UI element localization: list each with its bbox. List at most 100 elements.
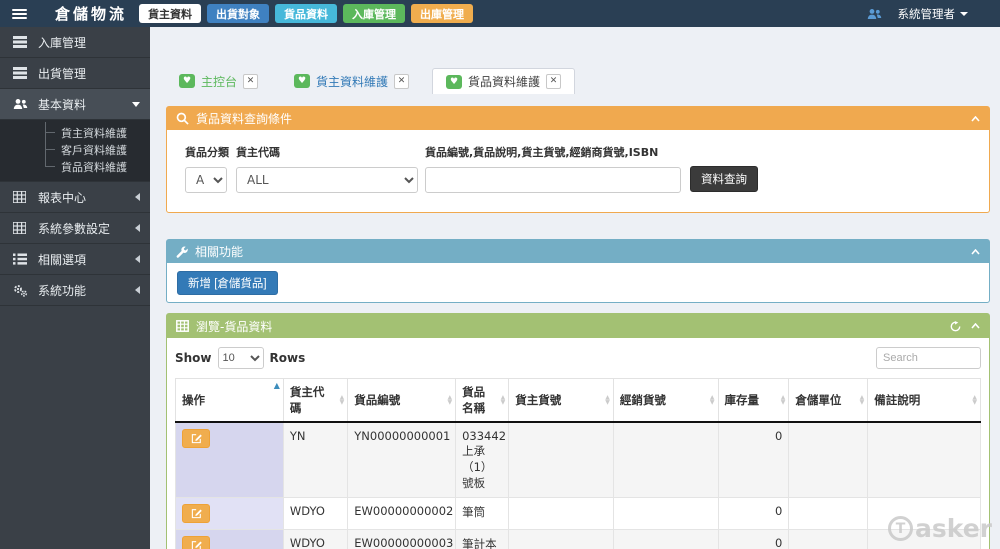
keyword-label: 貨品編號,貨品說明,貨主貨號,經銷商貨號,ISBN (425, 146, 659, 159)
cell-dealer-no (612, 497, 719, 530)
product-table: 操作 ▲ 貨主代碼 ▲ ▼ 貨品編號 ▲ ▼ 貨品名稱 ▲ ▼ 貨主貨號 ▲ ▼ 經銷貨號 ▲ ▼ 庫… (175, 378, 981, 549)
cell-product-code: EW00000000003 (347, 529, 457, 549)
cell-owner-code: WDYO (282, 529, 349, 549)
sidebar-item-inbound[interactable]: 入庫管理 (0, 27, 150, 58)
cell-owner-no (508, 529, 614, 549)
user-name: 系統管理者 (897, 6, 956, 21)
owner-code-select[interactable]: ALL (236, 167, 418, 193)
navbtn-outbound-mgmt[interactable]: 出庫管理 (411, 4, 474, 23)
sort-icon: ▲ ▼ (780, 394, 786, 406)
edit-button[interactable] (182, 536, 210, 549)
table-icon (176, 320, 189, 332)
tab-owner-maintain[interactable]: ♥ 貨主資料維護 ✕ (281, 68, 422, 94)
col-header-product-name[interactable]: 貨品名稱 ▲ ▼ (455, 378, 510, 423)
query-button[interactable]: 資料查詢 (690, 166, 758, 192)
cell-stock: 0 (717, 497, 790, 530)
sidebar-submenu: 貨主資料維護 客戶資料維護 貨品資料維護 (0, 120, 150, 182)
chevron-up-icon[interactable] (971, 323, 980, 329)
col-header-owner-no[interactable]: 貨主貨號 ▲ ▼ (508, 378, 614, 423)
functions-panel-header[interactable]: 相關功能 (167, 240, 989, 263)
cell-owner-no (508, 421, 614, 498)
cell-storage-unit (788, 421, 869, 498)
browse-panel: 瀏覽-貨品資料 Show 10 Rows Search 操作 ▲ 貨主代碼 ▲ … (166, 313, 990, 549)
add-product-button[interactable]: 新增 [倉儲貨品] (177, 271, 278, 295)
sidebar-item-label: 相關選項 (38, 252, 87, 267)
table-search-input[interactable] (876, 347, 981, 369)
gears-icon (13, 284, 29, 297)
user-menu[interactable]: 系統管理者 (897, 6, 968, 22)
col-header-storage-unit[interactable]: 倉儲單位 ▲ ▼ (788, 378, 869, 423)
query-form: 貨品分類 ALL 貨主代碼 ALL 貨品編號,貨品說明,貨主貨號,經銷商貨號,I… (167, 130, 989, 212)
cell-owner-code: YN (282, 421, 349, 498)
tab-dashboard[interactable]: ♥ 主控台 ✕ (166, 68, 271, 94)
cell-note (867, 497, 981, 530)
chevron-left-icon (135, 286, 140, 294)
close-icon[interactable]: ✕ (243, 73, 259, 89)
sidebar-item-system-params[interactable]: 系統參數設定 (0, 213, 150, 244)
browse-panel-header[interactable]: 瀏覽-貨品資料 (167, 314, 989, 338)
sidebar-item-label: 出貨管理 (38, 66, 87, 81)
cell-product-name: 筆計本 (455, 529, 510, 549)
page-size-select[interactable]: 10 (217, 347, 264, 369)
tab-label: 主控台 (201, 74, 238, 89)
table-row: WDYO EW00000000003 筆計本 0 (175, 529, 981, 549)
caret-down-icon (960, 11, 968, 16)
sidebar-item-report-center[interactable]: 報表中心 (0, 182, 150, 213)
navbtn-inbound-mgmt[interactable]: 入庫管理 (343, 4, 406, 23)
navbtn-product-data[interactable]: 貨品資料 (275, 4, 338, 23)
table-icon (13, 222, 29, 234)
list-rows-icon (13, 67, 29, 79)
sort-icon: ▲ ▼ (447, 394, 453, 406)
category-select[interactable]: ALL (185, 167, 227, 193)
chevron-up-icon[interactable] (971, 115, 980, 122)
sidebar-item-label: 系統功能 (38, 283, 87, 298)
owner-code-label: 貨主代碼 (236, 146, 280, 159)
close-icon[interactable]: ✕ (394, 73, 410, 89)
sort-icon: ▲ ▼ (972, 394, 977, 406)
sidebar-item-basic-data[interactable]: 基本資料 (0, 89, 150, 120)
chevron-up-icon[interactable] (971, 248, 980, 255)
cell-owner-code: WDYO (282, 497, 349, 530)
sidebar-subitem-customer-maintain[interactable]: 客戶資料維護 (0, 141, 150, 158)
cell-storage-unit (788, 529, 869, 549)
chevron-down-icon (132, 101, 140, 107)
cell-product-code: YN00000000001 (347, 421, 457, 498)
sort-icon: ▲ ▼ (339, 394, 345, 406)
col-header-dealer-no[interactable]: 經銷貨號 ▲ ▼ (612, 378, 719, 423)
cell-stock: 0 (717, 421, 790, 498)
close-icon[interactable]: ✕ (546, 74, 562, 89)
refresh-icon[interactable] (950, 320, 961, 332)
sidebar-item-system-functions[interactable]: 系統功能 (0, 275, 150, 306)
navbtn-ship-target[interactable]: 出貨對象 (207, 4, 270, 23)
wrench-icon (176, 246, 188, 258)
edit-button[interactable] (182, 429, 210, 448)
cell-note (867, 529, 981, 549)
col-header-operation[interactable]: 操作 ▲ (175, 378, 284, 423)
functions-panel-title: 相關功能 (195, 245, 244, 259)
edit-button[interactable] (182, 504, 210, 523)
navbtn-owner-data[interactable]: 貨主資料 (139, 4, 202, 23)
sidebar-subitem-owner-maintain[interactable]: 貨主資料維護 (0, 124, 150, 141)
cell-stock: 0 (717, 529, 790, 549)
table-row: WDYO EW00000000002 筆筒 0 (175, 497, 981, 530)
tab-product-maintain[interactable]: ♥ 貨品資料維護 ✕ (432, 68, 576, 94)
col-header-product-code[interactable]: 貨品編號 ▲ ▼ (347, 378, 457, 423)
sidebar-item-related-options[interactable]: 相關選項 (0, 244, 150, 275)
sidebar-item-label: 系統參數設定 (38, 221, 111, 236)
quick-nav: 貨主資料 出貨對象 貨品資料 入庫管理 出庫管理 (139, 4, 474, 23)
sidebar-subitem-product-maintain[interactable]: 貨品資料維護 (0, 158, 150, 175)
col-header-stock[interactable]: 庫存量 ▲ ▼ (717, 378, 790, 423)
tab-label: 貨品資料維護 (468, 75, 541, 89)
sort-icon: ▲ ▼ (859, 394, 865, 406)
functions-panel: 相關功能 新增 [倉儲貨品] (166, 239, 990, 303)
hamburger-menu-icon[interactable] (12, 8, 27, 19)
sidebar-item-outbound[interactable]: 出貨管理 (0, 58, 150, 89)
col-header-owner-code[interactable]: 貨主代碼 ▲ ▼ (282, 378, 349, 423)
heart-icon: ♥ (446, 74, 463, 89)
users-icon[interactable] (867, 8, 882, 20)
keyword-input[interactable] (425, 167, 681, 193)
query-panel-header[interactable]: 貨品資料查詢條件 (167, 107, 989, 130)
col-header-note[interactable]: 備註說明 ▲ ▼ (867, 378, 981, 423)
app-brand: 倉儲物流 (55, 5, 128, 23)
table-header-row: 操作 ▲ 貨主代碼 ▲ ▼ 貨品編號 ▲ ▼ 貨品名稱 ▲ ▼ 貨主貨號 ▲ ▼ 經銷貨號 ▲ ▼ 庫… (175, 378, 981, 423)
